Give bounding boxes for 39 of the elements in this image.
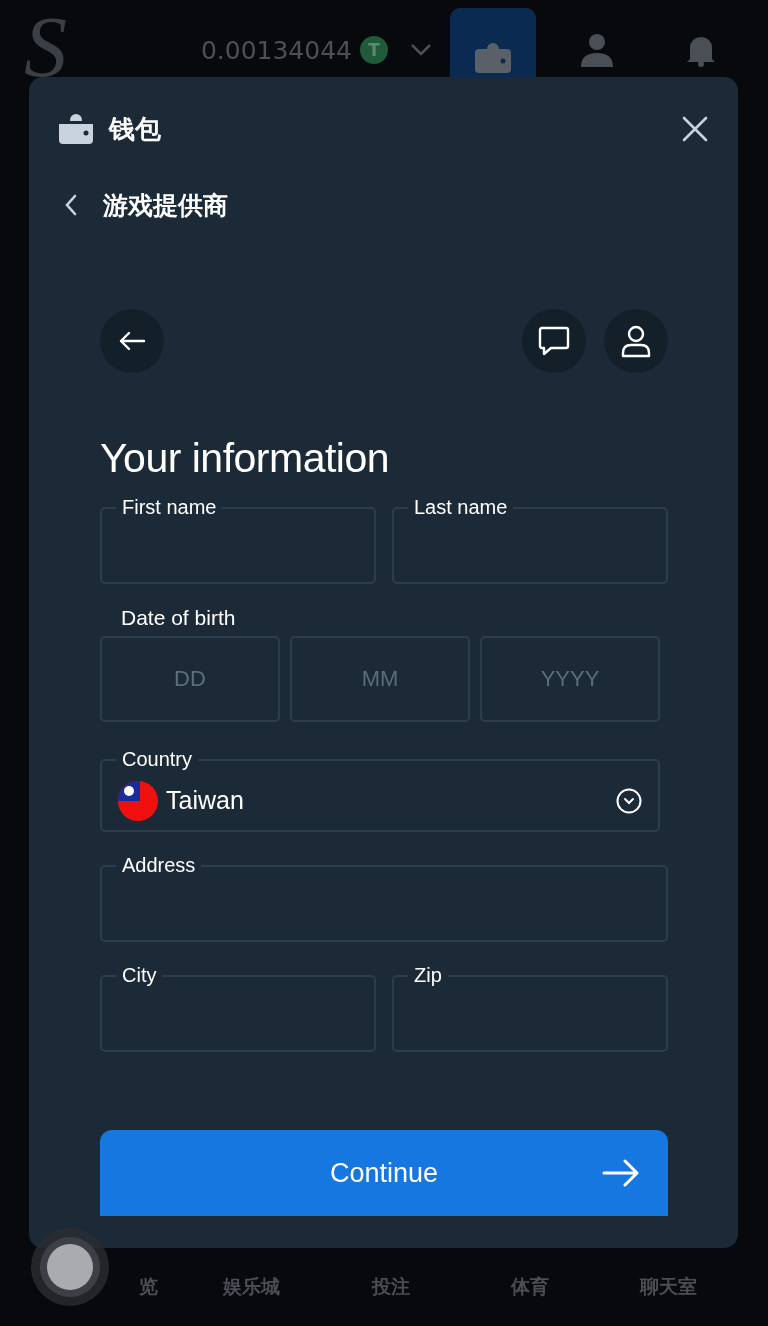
- wallet-icon: [475, 43, 511, 73]
- wallet-icon: [59, 114, 93, 144]
- input-field[interactable]: First name: [100, 496, 376, 584]
- input-field[interactable]: City: [100, 964, 376, 1052]
- breadcrumb-title: 游戏提供商: [103, 189, 228, 222]
- user-icon: [580, 33, 614, 67]
- back-chevron-icon[interactable]: [65, 194, 77, 216]
- close-icon[interactable]: [682, 116, 708, 142]
- dialog-title: 钱包: [109, 112, 161, 146]
- nav-item[interactable]: 聊天室: [623, 1274, 714, 1300]
- field-label: Zip: [413, 964, 443, 987]
- field-label: Address: [121, 854, 197, 877]
- input-field[interactable]: Zip: [392, 964, 668, 1052]
- arrow-right-icon: [602, 1159, 640, 1187]
- form-title: Your information: [100, 435, 391, 482]
- nav-item[interactable]: 体育: [484, 1274, 575, 1300]
- balance: 0.00134044: [200, 35, 352, 65]
- country-value: Taiwan: [166, 786, 244, 815]
- continue-button[interactable]: Continue: [100, 1130, 668, 1216]
- chat-icon: [537, 325, 571, 357]
- input-field[interactable]: YYYY: [480, 636, 660, 722]
- field-label: Last name: [413, 496, 509, 519]
- chevron-down-icon[interactable]: [410, 43, 432, 57]
- input-field[interactable]: Address: [100, 854, 668, 942]
- nav-item[interactable]: 览: [138, 1274, 158, 1300]
- currency-icon: T: [360, 36, 388, 64]
- assistive-touch-icon[interactable]: [30, 1227, 110, 1307]
- field-label: City: [121, 964, 158, 987]
- nav-item[interactable]: 投注: [345, 1274, 436, 1300]
- input-field[interactable]: MM: [290, 636, 470, 722]
- user-icon: [620, 324, 652, 358]
- field-label: Country: [121, 748, 194, 771]
- nav-item[interactable]: 娱乐城: [206, 1274, 297, 1300]
- field-label: First name: [121, 496, 218, 519]
- arrow-left-icon: [118, 330, 146, 352]
- field-label: Date of birth: [121, 606, 237, 630]
- input-field[interactable]: DD: [100, 636, 280, 722]
- flag-icon: [118, 780, 158, 821]
- chevron-down-circle-icon: [616, 787, 642, 814]
